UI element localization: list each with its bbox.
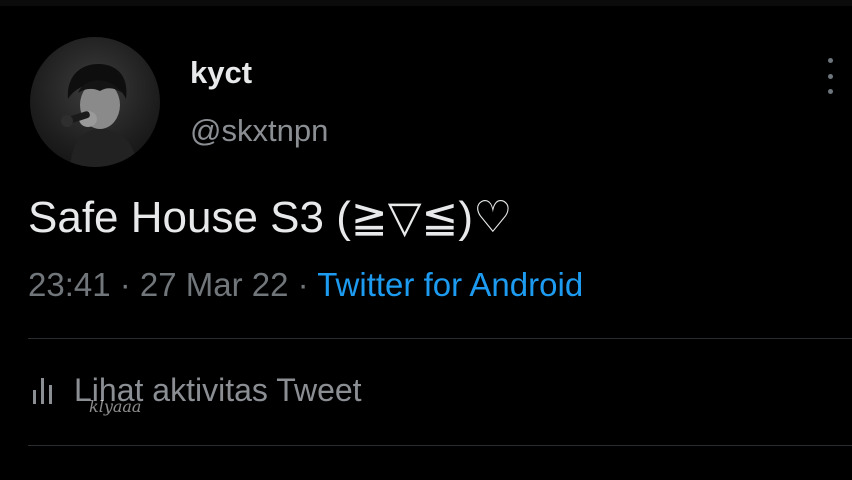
display-name[interactable]: kyct	[190, 55, 252, 91]
dot	[827, 73, 833, 79]
view-activity-button[interactable]: Lihat aktivitas Tweet	[32, 372, 362, 409]
divider	[28, 338, 852, 339]
user-handle[interactable]: @skxtnpn	[190, 113, 328, 149]
more-vertical-icon[interactable]	[818, 58, 842, 94]
tweet-text: Safe House S3 (≧▽≦)♡	[28, 193, 513, 242]
profile-photo-icon	[61, 63, 138, 167]
watermark: klyaaa	[89, 397, 142, 416]
tweet-meta: 23:41 · 27 Mar 22 · Twitter for Android	[28, 266, 583, 304]
dot	[827, 89, 833, 94]
avatar[interactable]	[30, 37, 160, 167]
source-link[interactable]: Twitter for Android	[317, 266, 583, 303]
top-edge	[0, 0, 852, 6]
bar-chart-icon	[33, 377, 52, 404]
dot	[827, 58, 833, 63]
divider	[28, 445, 852, 446]
timestamp: 23:41 · 27 Mar 22 ·	[28, 266, 318, 303]
